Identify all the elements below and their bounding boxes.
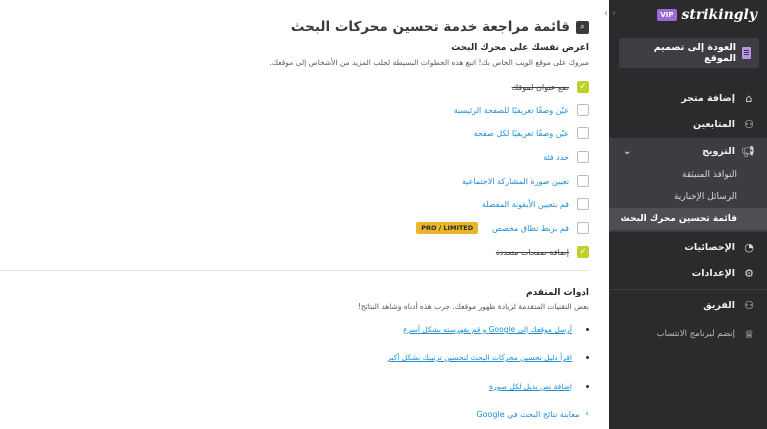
task-favicon[interactable]: قم بتعيين الأيقونة المفضلة bbox=[482, 197, 589, 211]
sidebar-item-label: الفريق bbox=[703, 299, 735, 311]
checkbox[interactable] bbox=[577, 222, 589, 234]
list-item: اقرأ دليل تحسين محركات البحث لتحسين ترتي… bbox=[387, 353, 589, 362]
task-link[interactable]: عيّن وصفًا تعريفيًا للصفحة الرئيسية bbox=[454, 106, 569, 115]
checkbox[interactable] bbox=[577, 175, 589, 187]
google-preview-link[interactable]: معاينة نتائج البحث في Google bbox=[476, 410, 579, 419]
bullet bbox=[586, 328, 589, 331]
sidebar-item-label: الترويج bbox=[702, 145, 735, 157]
sidebar-subitem-label: قائمة تحسين محرك البحث bbox=[620, 214, 737, 224]
bullet bbox=[586, 356, 589, 359]
sidebar-item-label: الإحصائيات bbox=[684, 241, 735, 253]
sidebar-subitem-popups[interactable]: النوافذ المنبثقة bbox=[609, 164, 767, 186]
sidebar-item-label: الإعدادات bbox=[691, 267, 735, 279]
team-icon: ⚇ bbox=[744, 298, 754, 312]
checkbox[interactable] bbox=[577, 198, 589, 210]
task-custom-domain[interactable]: قم بربط نطاق مخصص PRO / LIMITED bbox=[416, 221, 589, 235]
sidebar-subitem-seo-checklist[interactable]: قائمة تحسين محرك البحث ‹ bbox=[609, 208, 767, 230]
task-homepage-description[interactable]: عيّن وصفًا تعريفيًا للصفحة الرئيسية bbox=[454, 103, 589, 117]
sidebar-subitem-label: الرسائل الإخبارية bbox=[673, 192, 737, 202]
task-social-image[interactable]: تعيين صورة المشاركة الاجتماعية bbox=[462, 174, 589, 188]
store-icon: ⌂ bbox=[745, 91, 753, 105]
sidebar-item-team[interactable]: ⚇ الفريق bbox=[609, 293, 767, 317]
page-title: قائمة مراجعة خدمة تحسين محركات البحث bbox=[290, 19, 570, 35]
sidebar-item-label: المتابعين bbox=[693, 118, 735, 130]
task-site-title[interactable]: ✓ ضع عنوان لموقك bbox=[512, 80, 589, 94]
sidebar-item-settings[interactable]: ⚙ الإعدادات bbox=[609, 261, 767, 285]
checkbox[interactable] bbox=[577, 151, 589, 163]
task-multiple-pages[interactable]: ✓ إضافة صفحات متعددة bbox=[496, 245, 589, 259]
section-title-search-engine: اعرض نفسك على محرك البحث bbox=[451, 43, 589, 53]
sidebar-item-promotion[interactable]: 📢︎ الترويج ⌄ bbox=[609, 139, 767, 163]
list-item: إضافة نص بديل لكل صورة bbox=[489, 382, 589, 391]
chevron-down-icon: ⌄ bbox=[623, 145, 632, 157]
page-header: ⌕ قائمة مراجعة خدمة تحسين محركات البحث bbox=[291, 19, 589, 35]
task-link[interactable]: قم بربط نطاق مخصص bbox=[492, 224, 569, 233]
chevron-left-icon: ‹ bbox=[623, 213, 628, 225]
pie-chart-icon: ◔ bbox=[744, 240, 754, 254]
sidebar-subitem-newsletters[interactable]: الرسائل الإخبارية bbox=[609, 186, 767, 208]
task-page-descriptions[interactable]: عيّن وصفًا تعريفيًا لكل صفحة bbox=[474, 126, 589, 140]
back-to-design-button[interactable]: العودة إلى تصميم الموقع bbox=[619, 38, 759, 68]
bullet bbox=[586, 385, 589, 388]
checkbox-checked[interactable]: ✓ bbox=[577, 81, 589, 93]
task-label: إضافة صفحات متعددة bbox=[495, 247, 569, 257]
task-link[interactable]: تعيين صورة المشاركة الاجتماعية bbox=[462, 177, 569, 186]
task-link[interactable]: عيّن وصفًا تعريفيًا لكل صفحة bbox=[474, 129, 569, 138]
chevron-left-icon: › bbox=[585, 409, 589, 419]
sidebar: strikingly VIP ‹ العودة إلى تصميم الموقع… bbox=[609, 0, 767, 429]
pro-limited-badge: PRO / LIMITED bbox=[416, 222, 479, 234]
sidebar-item-analytics[interactable]: ◔ الإحصائيات bbox=[609, 235, 767, 259]
list-item: أرسل موقعك إلى Google و قم بفهرسته بشكل … bbox=[403, 325, 589, 334]
sidebar-item-followers[interactable]: ⚇ المتابعين bbox=[609, 112, 767, 136]
vip-badge: VIP bbox=[657, 9, 677, 21]
strikingly-logo[interactable]: strikingly bbox=[682, 7, 757, 23]
back-to-design-label: العودة إلى تصميم الموقع bbox=[653, 42, 737, 64]
main-content: › ⌕ قائمة مراجعة خدمة تحسين محركات البحث… bbox=[0, 0, 609, 429]
section-description: مبروك على موقع الويب الخاص بك! اتبع هذه … bbox=[269, 58, 589, 67]
gear-icon: ⚙ bbox=[744, 266, 754, 280]
trophy-icon: ♕ bbox=[744, 327, 754, 341]
megaphone-icon: 📢︎ bbox=[741, 144, 755, 158]
collapse-sidebar-icon[interactable]: ‹ bbox=[612, 8, 616, 19]
task-category[interactable]: حدد فئة bbox=[543, 150, 589, 164]
sidebar-item-add-store[interactable]: ⌂ إضافة متجر bbox=[609, 86, 767, 110]
document-icon bbox=[742, 47, 751, 59]
section-title-advanced-tools: ادوات المتقدم bbox=[525, 288, 589, 298]
user-icon: ⚇ bbox=[744, 117, 754, 131]
sidebar-item-label: إنضم لبرنامج الانتساب bbox=[656, 329, 735, 339]
sidebar-divider bbox=[609, 289, 767, 290]
task-link[interactable]: قم بتعيين الأيقونة المفضلة bbox=[482, 200, 569, 209]
task-link[interactable]: حدد فئة bbox=[543, 153, 569, 162]
alt-text-link[interactable]: إضافة نص بديل لكل صورة bbox=[489, 382, 572, 391]
task-label: ضع عنوان لموقك bbox=[511, 82, 569, 92]
section-description: بعض التقنيات المتقدمة لزيادة ظهور موقعك.… bbox=[357, 302, 589, 311]
checkbox[interactable] bbox=[577, 104, 589, 116]
brand: strikingly VIP bbox=[657, 7, 757, 23]
checkbox-checked[interactable]: ✓ bbox=[577, 246, 589, 258]
google-preview-toggle[interactable]: › معاينة نتائج البحث في Google bbox=[476, 409, 589, 419]
expand-arrow-icon[interactable]: › bbox=[604, 8, 608, 19]
sidebar-item-label: إضافة متجر bbox=[681, 92, 735, 104]
seo-guide-link[interactable]: اقرأ دليل تحسين محركات البحث لتحسين ترتي… bbox=[387, 353, 572, 362]
search-icon: ⌕ bbox=[576, 20, 589, 34]
submit-to-google-link[interactable]: أرسل موقعك إلى Google و قم بفهرسته بشكل … bbox=[403, 325, 572, 334]
checkbox[interactable] bbox=[577, 127, 589, 139]
sidebar-item-affiliate[interactable]: ♕ إنضم لبرنامج الانتساب bbox=[609, 322, 767, 346]
sidebar-subitem-label: النوافذ المنبثقة bbox=[682, 170, 737, 180]
section-divider bbox=[0, 270, 589, 271]
